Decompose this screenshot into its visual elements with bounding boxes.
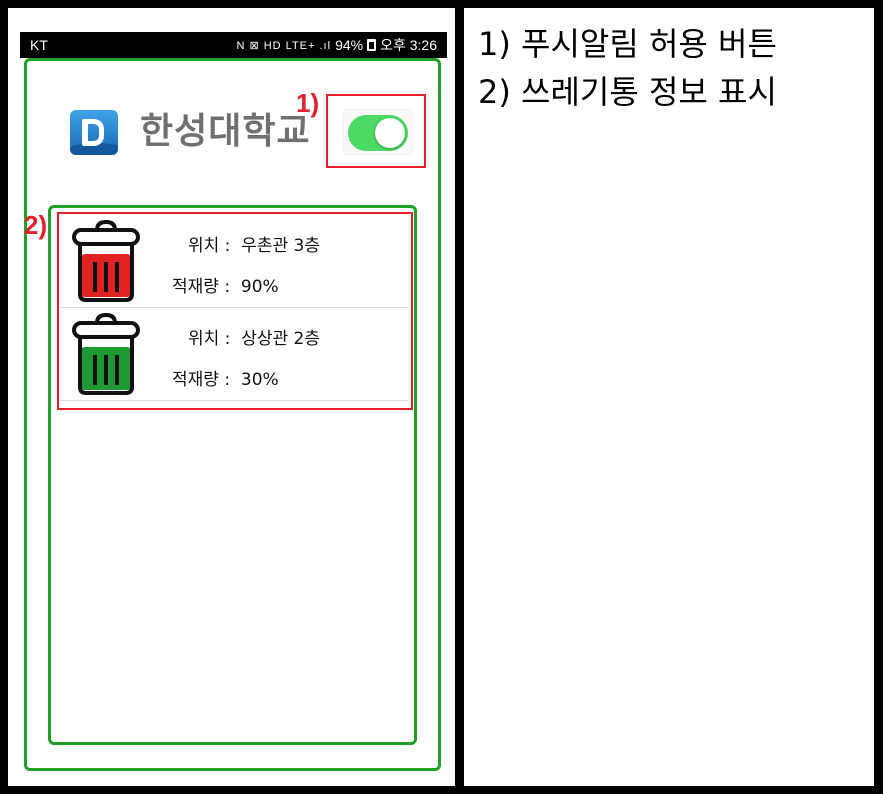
trash-bin-icon: [72, 219, 140, 302]
signal-icons: N ⊠ HD LTE+ .ıl: [236, 39, 332, 52]
status-bar: KT N ⊠ HD LTE+ .ıl 94% 오후 3:26: [20, 32, 447, 58]
carrier-label: KT: [30, 37, 48, 53]
status-indicators: N ⊠ HD LTE+ .ıl 94% 오후 3:26: [236, 35, 437, 55]
bin-fill-level: 적재량 : 30%: [172, 370, 279, 390]
battery-percent: 94%: [335, 37, 364, 53]
bin-fill-level: 적재량 : 90%: [172, 277, 279, 297]
legend-panel: 1) 푸시알림 허용 버튼 2) 쓰레기통 정보 표시: [478, 20, 873, 116]
trash-bin-icon: [72, 312, 140, 395]
university-logo-icon: [70, 110, 118, 155]
legend-item-bin-info: 2) 쓰레기통 정보 표시: [478, 73, 777, 111]
bin-location: 위치 : 우촌관 3층: [188, 236, 321, 256]
battery-icon: [367, 39, 377, 51]
clock: 오후 3:26: [380, 37, 437, 53]
bin-location: 위치 : 상상관 2층: [188, 329, 321, 349]
annotation-marker-1: 1): [296, 88, 320, 118]
bin-list-item[interactable]: 위치 : 우촌관 3층 적재량 : 90%: [60, 216, 408, 308]
annotation-box-1: [326, 94, 426, 168]
panel-divider: [455, 0, 464, 794]
university-name: 한성대학교: [140, 111, 311, 152]
legend-item-push-toggle: 1) 푸시알림 허용 버튼: [478, 25, 777, 63]
bin-list-item[interactable]: 위치 : 상상관 2층 적재량 : 30%: [60, 309, 408, 401]
annotation-marker-2: 2): [24, 210, 48, 240]
